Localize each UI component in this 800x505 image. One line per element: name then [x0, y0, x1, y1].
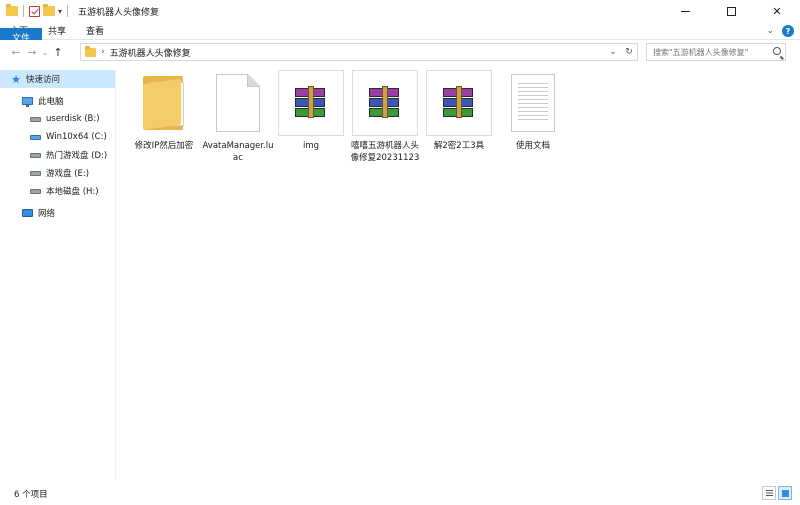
maximize-button[interactable] — [708, 0, 754, 22]
drive-icon — [30, 116, 41, 122]
file-name: 修改IP然后加密 — [134, 141, 194, 151]
file-item-doc[interactable]: 使用文档 — [499, 70, 567, 152]
file-name: img — [302, 141, 320, 151]
view-switcher — [762, 486, 792, 500]
address-bar[interactable]: › 五游机器人头像修复 ⌄ ↻ — [80, 43, 638, 61]
tab-share[interactable]: 共享 — [38, 22, 76, 40]
forward-button[interactable]: → — [24, 42, 40, 62]
maximize-icon — [726, 6, 736, 16]
breadcrumb-current[interactable]: 五游机器人头像修复 — [110, 46, 191, 59]
sidebar-item-drive-b[interactable]: userdisk (B:) — [0, 110, 115, 128]
file-thumbnail — [426, 70, 492, 136]
rar-archive-icon — [443, 86, 475, 118]
ribbon-right: ⌄ ? — [766, 22, 794, 40]
address-dropdown-icon[interactable]: ⌄ — [605, 47, 621, 57]
drive-icon — [30, 188, 41, 194]
file-name: AvataManager.luac — [202, 141, 274, 163]
close-icon: ✕ — [772, 4, 782, 18]
file-list: 修改IP然后加密 AvataManager.luac img 嘻嘻五游机器人头像… — [116, 64, 800, 480]
navigation-pane: ★ 快速访问 此电脑 userdisk (B:) Win10x64 (C:) 热… — [0, 70, 116, 480]
file-item-folder[interactable]: 修改IP然后加密 — [130, 70, 198, 152]
chevron-down-icon[interactable]: ⌄ — [766, 26, 774, 36]
sidebar-item-label: 此电脑 — [38, 97, 64, 107]
address-bar-actions: ⌄ ↻ — [605, 44, 637, 60]
sidebar-item-drive-c[interactable]: Win10x64 (C:) — [0, 128, 115, 146]
search-box[interactable] — [646, 43, 786, 61]
rar-archive-icon — [369, 86, 401, 118]
folder-icon — [6, 4, 18, 16]
ribbon-tabs: 文件 主页 共享 查看 ⌄ ? — [0, 22, 800, 46]
window-controls: ✕ — [662, 0, 800, 22]
file-name: 使用文档 — [515, 141, 550, 151]
blank-file-icon — [216, 74, 260, 132]
sidebar-item-this-pc[interactable]: 此电脑 — [0, 92, 115, 110]
pc-icon — [22, 97, 33, 107]
sidebar-item-label: userdisk (B:) — [46, 114, 100, 124]
folder-icon — [85, 45, 96, 57]
sidebar-item-label: 本地磁盘 (H:) — [46, 187, 99, 197]
sidebar-item-drive-h[interactable]: 本地磁盘 (H:) — [0, 182, 115, 200]
sidebar-item-label: Win10x64 (C:) — [46, 132, 107, 142]
large-icons-view-button[interactable] — [778, 486, 792, 500]
file-thumbnail — [500, 70, 566, 136]
sidebar-item-label: 游戏盘 (E:) — [46, 169, 90, 179]
back-button[interactable]: ← — [8, 42, 24, 62]
file-thumbnail — [278, 70, 344, 136]
quick-access-toolbar: ▾ — [0, 0, 70, 22]
status-bar: 6 个项目 — [0, 482, 800, 505]
sidebar-item-drive-e[interactable]: 游戏盘 (E:) — [0, 164, 115, 182]
navigation-bar: ← → ⌄ ↑ › 五游机器人头像修复 ⌄ ↻ — [0, 40, 800, 64]
sidebar-item-drive-d[interactable]: 热门游戏盘 (D:) — [0, 146, 115, 164]
up-button[interactable]: ↑ — [50, 42, 66, 62]
file-item-luac[interactable]: AvataManager.luac — [202, 70, 274, 164]
sidebar-item-quick-access[interactable]: ★ 快速访问 — [0, 70, 115, 88]
file-thumbnail — [131, 70, 197, 136]
star-icon: ★ — [11, 72, 21, 86]
details-view-button[interactable] — [762, 486, 776, 500]
file-item-main-rar[interactable]: 嘻嘻五游机器人头像修复20231123 — [351, 70, 419, 164]
minimize-button[interactable] — [662, 0, 708, 22]
file-thumbnail — [352, 70, 418, 136]
network-icon — [22, 209, 33, 217]
sidebar-item-label: 网络 — [38, 209, 56, 219]
refresh-icon[interactable]: ↻ — [621, 47, 637, 57]
file-thumbnail — [205, 70, 271, 136]
tab-view[interactable]: 查看 — [76, 22, 114, 40]
file-name: 解2密2工3具 — [433, 141, 485, 151]
rar-archive-icon — [295, 86, 327, 118]
toolbar-divider — [67, 5, 69, 17]
help-icon[interactable]: ? — [782, 25, 794, 37]
window-title: 五游机器人头像修复 — [78, 7, 160, 18]
drive-icon — [30, 170, 41, 176]
item-count: 6 个项目 — [14, 489, 48, 500]
folder-icon — [141, 74, 187, 132]
close-button[interactable]: ✕ — [754, 0, 800, 22]
search-input[interactable] — [653, 47, 773, 57]
recent-locations-button[interactable]: ⌄ — [40, 42, 50, 62]
customize-toolbar-icon[interactable]: ▾ — [58, 7, 62, 16]
minimize-icon — [680, 10, 690, 12]
sidebar-item-label: 热门游戏盘 (D:) — [46, 151, 108, 161]
search-icon — [773, 47, 781, 55]
text-document-icon — [511, 74, 555, 132]
file-item-tool-rar[interactable]: 解2密2工3具 — [425, 70, 493, 152]
sidebar-item-label: 快速访问 — [26, 75, 61, 85]
properties-icon[interactable] — [29, 5, 40, 17]
new-folder-icon[interactable] — [43, 4, 55, 16]
drive-icon — [30, 152, 41, 158]
breadcrumb-separator: › — [101, 47, 105, 57]
file-name: 嘻嘻五游机器人头像修复20231123 — [350, 141, 420, 163]
toolbar-divider — [23, 5, 24, 17]
file-item-img-rar[interactable]: img — [277, 70, 345, 152]
windows-drive-icon — [30, 134, 41, 140]
sidebar-item-network[interactable]: 网络 — [0, 204, 115, 222]
title-bar: ▾ 五游机器人头像修复 ✕ — [0, 0, 800, 22]
